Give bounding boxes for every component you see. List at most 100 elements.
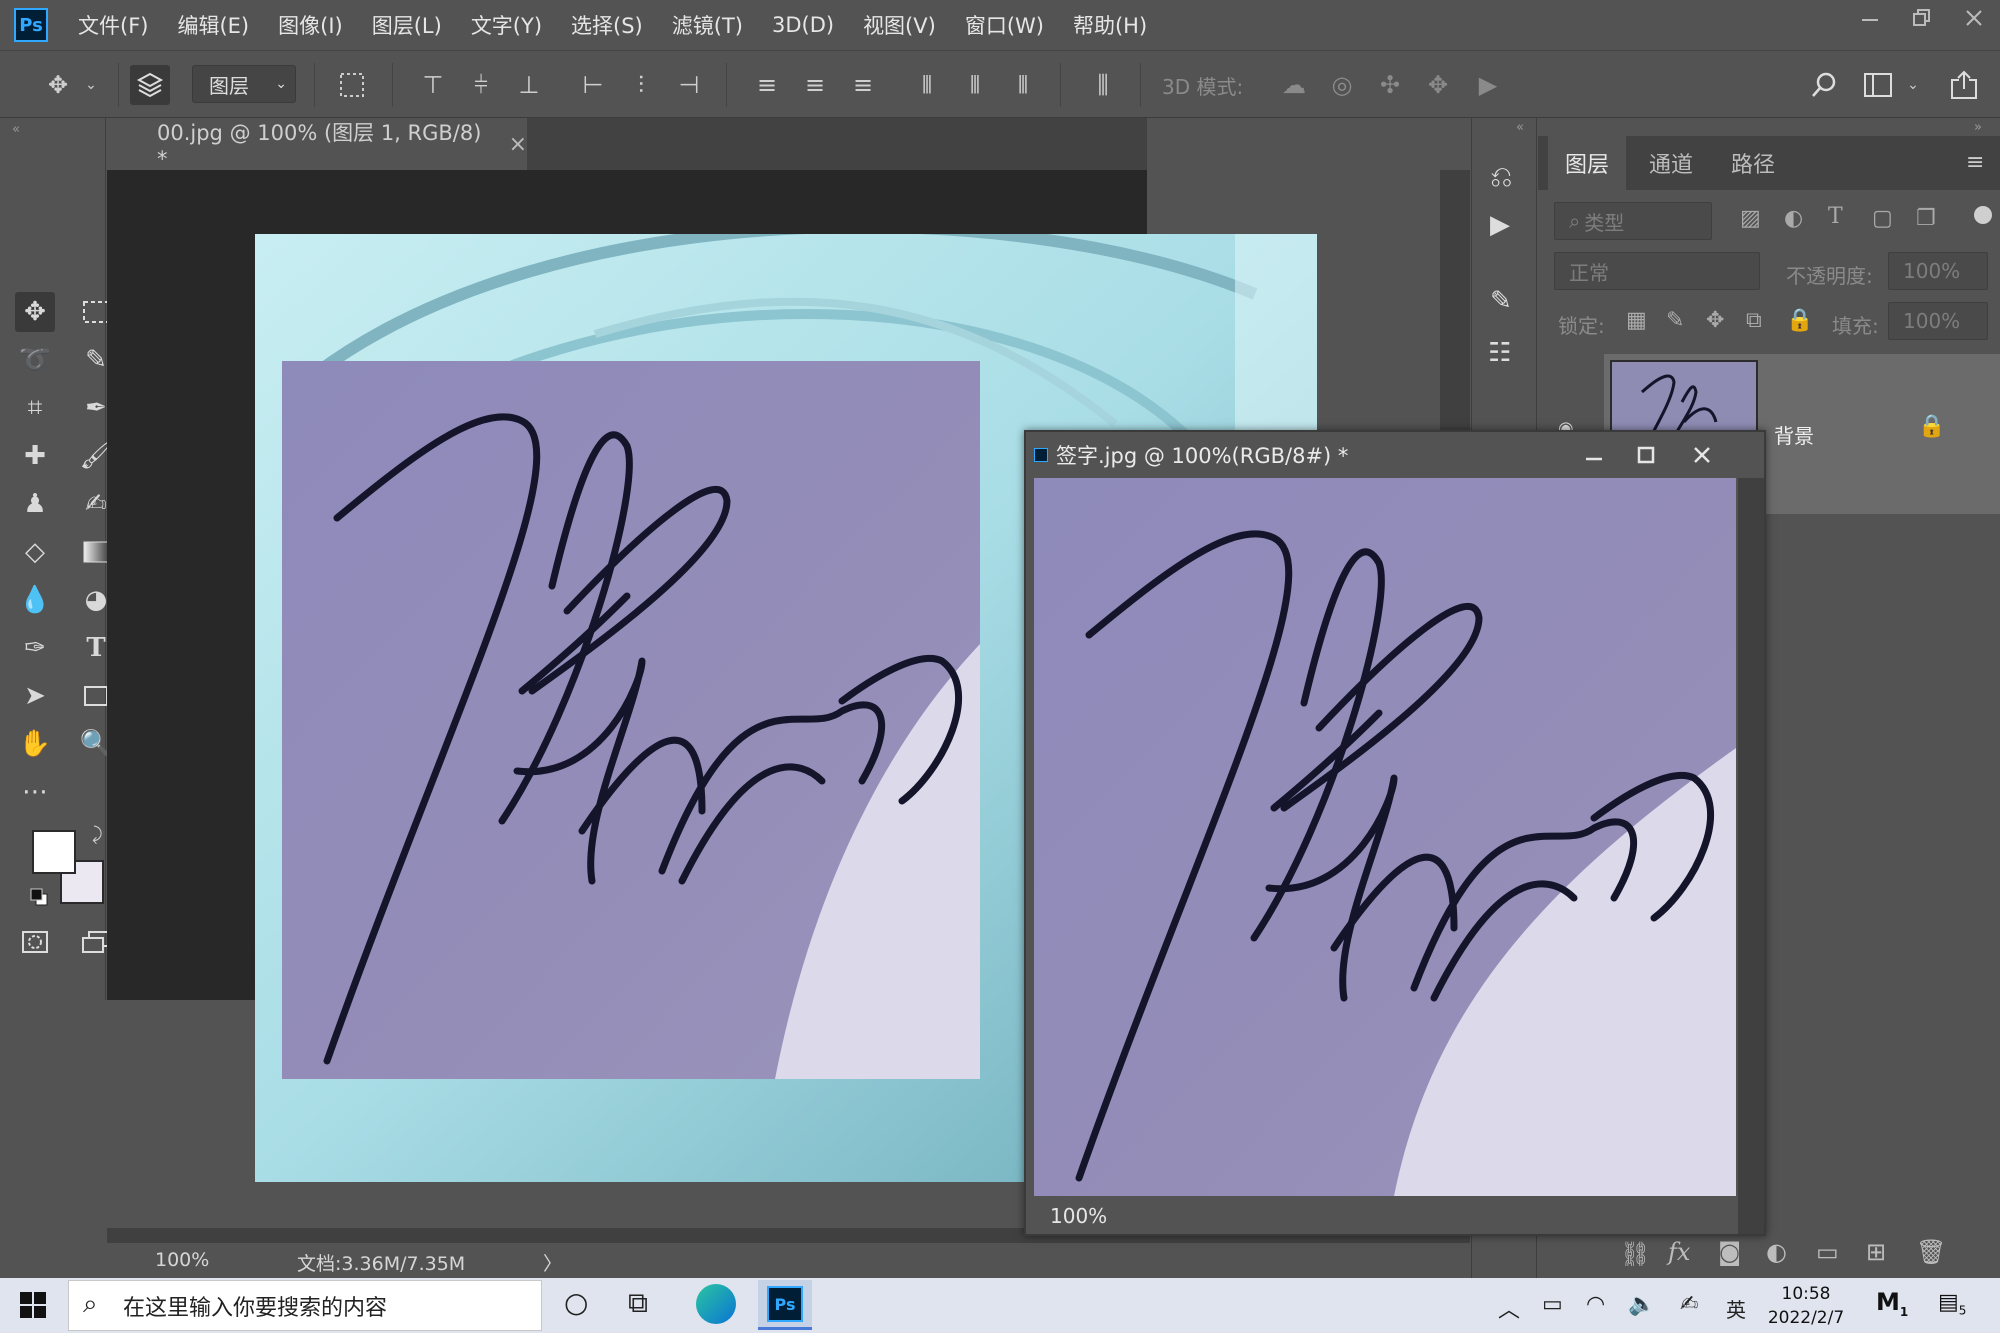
filter-toggle-icon[interactable] [1974, 206, 1992, 224]
network-icon[interactable]: ◠ [1586, 1292, 1605, 1317]
status-arrow-icon[interactable]: 〉 [543, 1249, 562, 1276]
photoshop-logo[interactable]: Ps [14, 8, 48, 42]
align-bottom-icon[interactable]: ⊥ [514, 69, 544, 101]
restore-button[interactable] [1896, 0, 1948, 36]
foreground-color-swatch[interactable] [32, 830, 76, 874]
close-tab-icon[interactable]: × [509, 132, 527, 157]
status-zoom[interactable]: 100% [155, 1249, 209, 1271]
delete-layer-icon[interactable]: 🗑 [1916, 1238, 1946, 1266]
distribute-horizontal-center-icon[interactable]: ⦀ [960, 69, 990, 101]
layer-lock-icon[interactable]: 🔒 [1918, 414, 1945, 439]
3d-drag-icon[interactable]: ✣ [1372, 69, 1408, 101]
layer-name[interactable]: 背景 [1774, 420, 1814, 449]
minimize-button[interactable] [1844, 0, 1896, 36]
3d-camera-icon[interactable]: ▶ [1468, 69, 1508, 101]
document-tab[interactable]: 00.jpg @ 100% (图层 1, RGB/8) * × [107, 118, 527, 171]
workspace-icon[interactable] [1860, 69, 1896, 101]
crop-tool[interactable]: ⌗ [15, 388, 55, 428]
distribute-top-icon[interactable]: ≡ [752, 69, 782, 101]
share-icon[interactable] [1946, 69, 1982, 101]
tab-layers[interactable]: 图层 [1548, 136, 1626, 190]
hand-tool[interactable]: ✋ [15, 724, 55, 764]
panel-menu-icon[interactable]: ≡ [1966, 150, 1984, 175]
lock-image-icon[interactable]: ✎ [1666, 308, 1684, 333]
filter-pixel-icon[interactable]: ▨ [1740, 206, 1761, 231]
3d-orbit-icon[interactable]: ☁ [1276, 69, 1312, 101]
distribute-right-icon[interactable]: ⦀ [1008, 69, 1038, 101]
taskbar-clock[interactable]: 10:58 2022/2/7 [1764, 1282, 1848, 1330]
move-tool-preset-icon[interactable]: ✥ [38, 69, 78, 101]
blur-tool[interactable]: 💧 [15, 580, 55, 620]
collapse-arrows-icon[interactable]: « [1516, 120, 1524, 135]
ime-indicator[interactable]: 英 [1726, 1294, 1746, 1323]
menu-image[interactable]: 图像(I) [278, 10, 343, 40]
blend-mode-select[interactable]: 正常 [1554, 252, 1760, 290]
windows-start-icon[interactable] [20, 1292, 46, 1322]
lock-transparent-icon[interactable]: ▦ [1626, 308, 1647, 333]
default-colors-icon[interactable] [30, 888, 48, 906]
new-layer-icon[interactable]: ⊞ [1866, 1238, 1886, 1266]
properties-icon[interactable]: ☷ [1488, 338, 1511, 368]
collapse-arrows-icon[interactable]: « [12, 122, 20, 137]
clone-stamp-tool[interactable]: ♟ [15, 484, 55, 524]
floating-document-window[interactable]: 签字.jpg @ 100%(RGB/8#) * 100% [1024, 430, 1766, 1236]
app-tray-icon[interactable]: M1 [1876, 1288, 1908, 1319]
menu-window[interactable]: 窗口(W) [965, 10, 1044, 40]
floating-window-canvas[interactable] [1034, 478, 1736, 1196]
menu-view[interactable]: 视图(V) [863, 10, 936, 40]
distribute-left-icon[interactable]: ⦀ [912, 69, 942, 101]
floating-window-scrollbar[interactable] [1738, 478, 1764, 1234]
align-top-icon[interactable]: ⊤ [418, 69, 448, 101]
menu-3d[interactable]: 3D(D) [772, 13, 834, 37]
distribute-spacing-icon[interactable]: ⫼ [1088, 69, 1118, 101]
close-button[interactable] [1948, 0, 2000, 36]
menu-file[interactable]: 文件(F) [78, 10, 148, 40]
maximize-button[interactable] [1622, 438, 1670, 472]
taskbar-search-input[interactable]: ⌕ 在这里输入你要搜索的内容 [68, 1280, 542, 1331]
menu-layer[interactable]: 图层(L) [372, 10, 442, 40]
new-adjustment-icon[interactable]: ◐ [1766, 1238, 1787, 1266]
show-hidden-icons-icon[interactable]: ︿ [1498, 1292, 1520, 1324]
menu-help[interactable]: 帮助(H) [1073, 10, 1147, 40]
search-icon[interactable] [1806, 69, 1842, 101]
transform-controls-icon[interactable] [334, 69, 370, 101]
layer-filter-kind-select[interactable]: ⌕ 类型 [1554, 202, 1712, 240]
chevron-down-icon[interactable]: ⌄ [1904, 69, 1922, 101]
lock-artboard-icon[interactable]: ⧉ [1746, 308, 1762, 333]
close-button[interactable] [1678, 438, 1726, 472]
filter-adjustment-icon[interactable]: ◐ [1784, 206, 1803, 231]
filter-shape-icon[interactable]: ▢ [1872, 206, 1893, 231]
quick-mask-icon[interactable] [15, 922, 55, 962]
filter-type-icon[interactable]: T [1828, 204, 1843, 229]
chevron-down-icon[interactable]: ⌄ [82, 69, 100, 101]
brush-settings-icon[interactable]: ✎ [1490, 286, 1512, 316]
lasso-tool[interactable]: ➰ [15, 340, 55, 380]
filter-smart-object-icon[interactable]: ❐ [1916, 206, 1936, 231]
3d-roll-icon[interactable]: ◎ [1324, 69, 1360, 101]
floating-window-zoom[interactable]: 100% [1050, 1204, 1107, 1228]
healing-brush-tool[interactable]: ✚ [15, 436, 55, 476]
task-view-icon[interactable]: ⧉ [628, 1286, 648, 1320]
path-selection-tool[interactable]: ➤ [15, 676, 55, 716]
align-horizontal-center-icon[interactable]: ⫶ [626, 69, 656, 101]
notification-center-icon[interactable]: ▤5 [1938, 1290, 1966, 1317]
new-group-icon[interactable]: ▭ [1816, 1238, 1839, 1266]
battery-icon[interactable]: ▭ [1542, 1292, 1563, 1317]
distribute-bottom-icon[interactable]: ≡ [848, 69, 878, 101]
tab-channels[interactable]: 通道 [1632, 136, 1710, 190]
photoshop-taskbar-button[interactable]: Ps [758, 1280, 812, 1330]
align-vertical-center-icon[interactable]: ⫩ [466, 69, 496, 101]
cortana-icon[interactable]: ○ [564, 1286, 588, 1319]
actions-play-icon[interactable]: ▶ [1490, 210, 1510, 240]
swap-colors-icon[interactable]: ⤸ [92, 824, 103, 845]
volume-icon[interactable]: 🔈 [1628, 1292, 1655, 1317]
move-tool[interactable]: ✥ [15, 292, 55, 332]
pen-workspace-icon[interactable]: ✍ [1680, 1292, 1698, 1317]
3d-slide-icon[interactable]: ✥ [1420, 69, 1456, 101]
menu-filter[interactable]: 滤镜(T) [672, 10, 743, 40]
auto-select-target-select[interactable]: 图层 ⌄ [192, 65, 296, 103]
minimize-button[interactable] [1570, 438, 1618, 472]
pen-tool[interactable]: ✑ [15, 628, 55, 668]
align-right-icon[interactable]: ⊣ [674, 69, 704, 101]
fx-icon[interactable]: fx [1668, 1238, 1690, 1266]
